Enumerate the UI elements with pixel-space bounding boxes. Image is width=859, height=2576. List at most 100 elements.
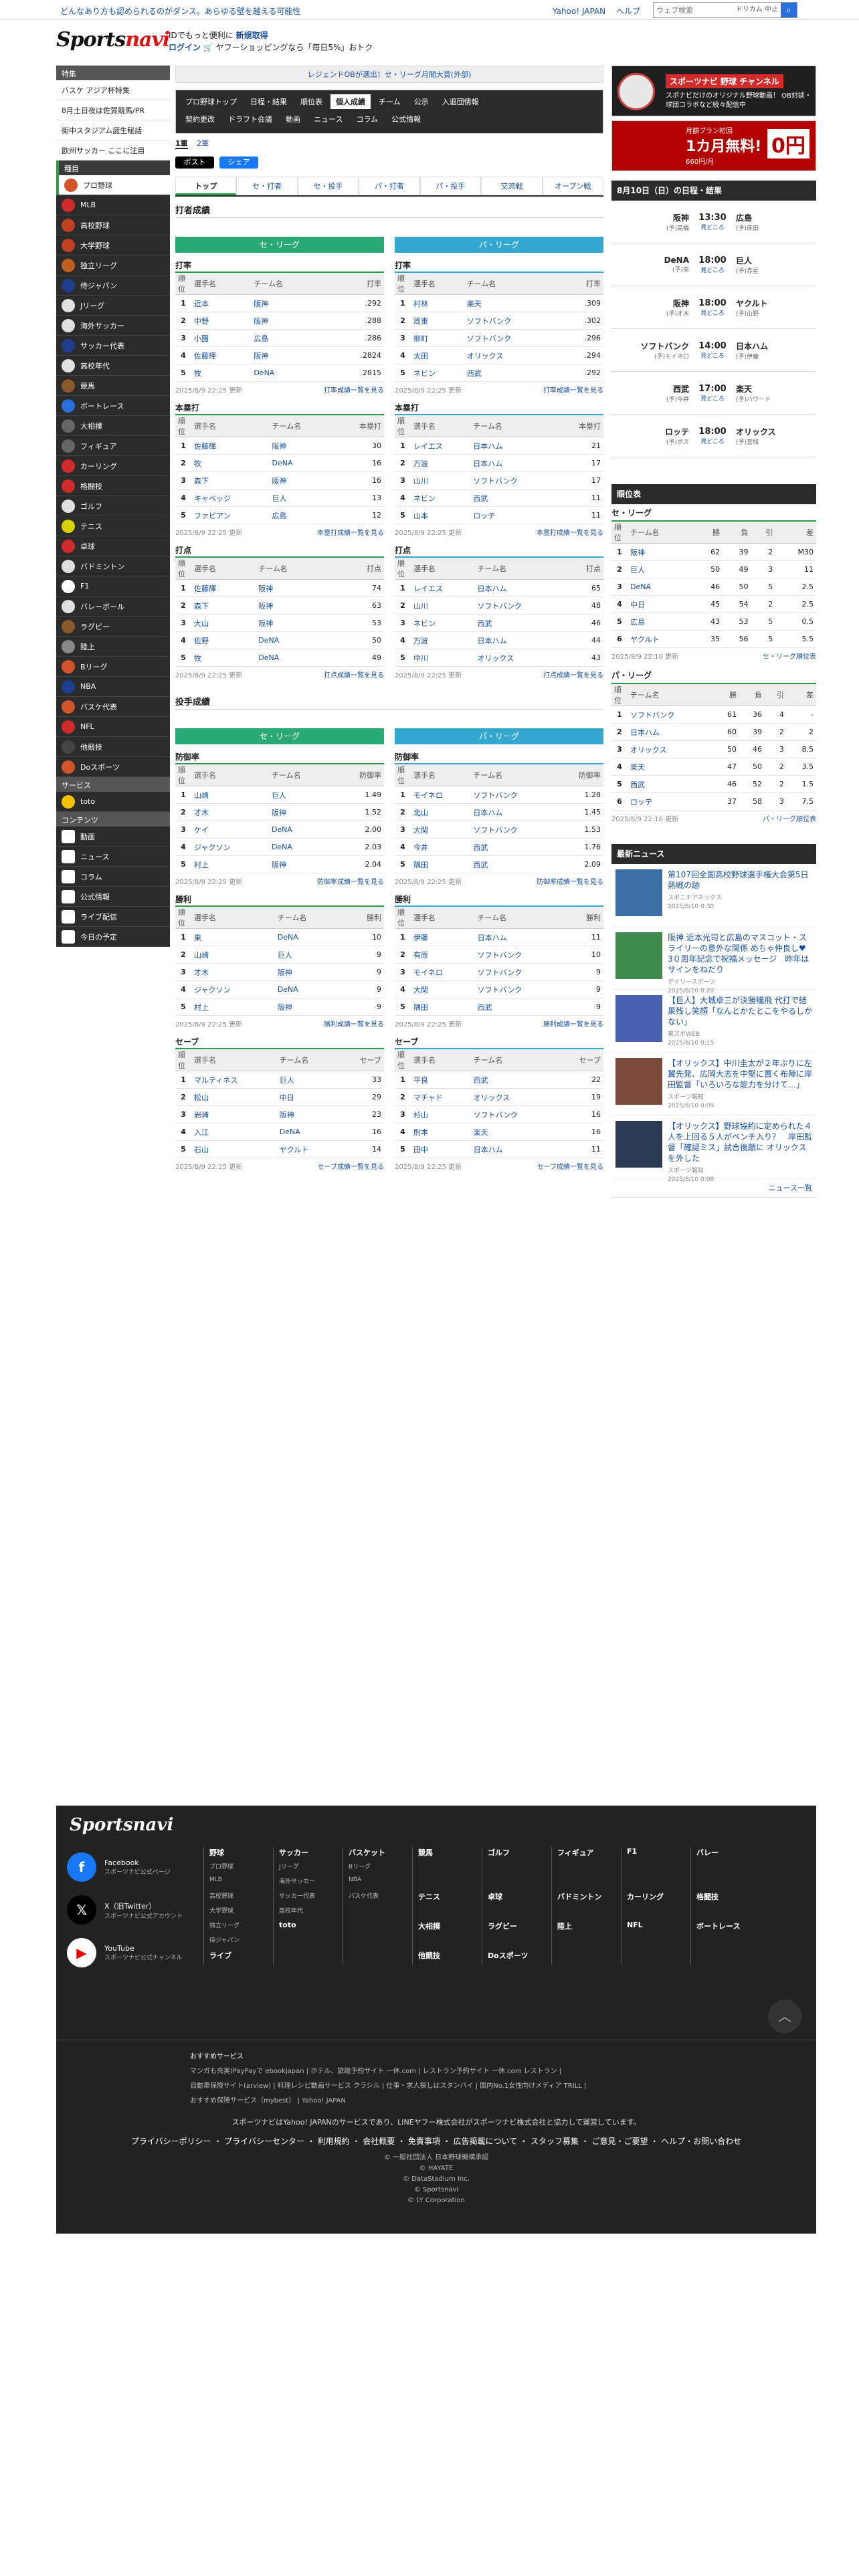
sidebar-item[interactable]: 競馬 (56, 376, 170, 396)
player-link[interactable]: 山本 (411, 506, 471, 524)
more-stats-link[interactable]: 打率成績一覧を見る (543, 385, 603, 395)
news-more-link[interactable]: ニュース一覧 (769, 1184, 812, 1192)
team-link[interactable]: 日本ハム (470, 803, 557, 821)
help-link[interactable]: ヘルプ (616, 7, 640, 16)
team-link[interactable]: 西武 (470, 838, 557, 856)
sidebar-item[interactable]: フィギュア (56, 436, 170, 456)
sidebar-item[interactable]: 今日の予定 (56, 927, 170, 947)
news-headline[interactable]: 阪神 近本光司と広島のマスコット・スライリーの意外な関係 めちゃ仲良し♥ 3０周… (668, 932, 812, 975)
footer-link[interactable]: 独立リーグ (209, 1921, 264, 1935)
more-stats-link[interactable]: 打点成績一覧を見る (543, 669, 603, 680)
team-link[interactable]: オリックス (628, 740, 714, 758)
nav-link[interactable]: 個人成績 (330, 94, 371, 109)
game-item[interactable]: ロッテ (予)ボス 18:00 見どころ オリックス (予)宮城 (611, 415, 816, 457)
stats-tab[interactable]: セ・打者 (236, 177, 298, 195)
player-link[interactable]: 村上 (191, 855, 269, 873)
footer-logo[interactable]: Sportsnavi (70, 1815, 173, 1835)
game-item[interactable]: ソフトバンク (予)モイネロ 14:00 見どころ 日本ハム (予)伊藤 (611, 329, 816, 372)
team-link[interactable]: DeNA (628, 578, 694, 596)
player-link[interactable]: 大山 (191, 614, 256, 632)
team-link[interactable]: DeNA (268, 821, 333, 839)
player-link[interactable]: 東 (191, 928, 275, 946)
team-link[interactable]: ソフトバンク (464, 312, 561, 330)
sidebar-item[interactable]: Jリーグ (56, 296, 170, 316)
player-link[interactable]: 太田 (411, 346, 464, 364)
yahoo-japan-link[interactable]: Yahoo! JAPAN (553, 7, 605, 16)
team-link[interactable]: 巨人 (269, 489, 334, 507)
player-link[interactable]: ファビアン (191, 506, 270, 524)
nav-link[interactable]: 公示 (409, 94, 434, 109)
facebook-share-button[interactable]: シェア (219, 156, 258, 169)
team-link[interactable]: 日本ハム (474, 579, 567, 597)
team-link[interactable]: 西武 (474, 998, 567, 1016)
player-link[interactable]: 牧 (191, 364, 252, 382)
team-link[interactable]: 阪神 (256, 614, 337, 632)
search-input[interactable] (654, 3, 736, 17)
social-link[interactable]: ▶ YouTube スポーツナビ公式チャンネル (67, 1931, 201, 1974)
nav-link[interactable]: チーム (373, 94, 406, 109)
player-link[interactable]: 今井 (411, 838, 471, 856)
search-button[interactable]: ⌕ (781, 3, 797, 17)
footer-link[interactable]: NBA (349, 1876, 403, 1891)
sidebar-item[interactable]: ライブ配信 (56, 907, 170, 927)
player-link[interactable]: レイエス (411, 579, 475, 597)
footer-link[interactable]: F1 (627, 1847, 681, 1862)
footer-link[interactable]: サッカー代表 (279, 1891, 333, 1906)
team-link[interactable]: 阪神 (268, 855, 333, 873)
social-link[interactable]: f Facebook スポーツナビ公式ページ (67, 1846, 201, 1889)
player-link[interactable]: レイエス (411, 437, 471, 455)
team-link[interactable]: DeNA (274, 928, 345, 946)
footer-link[interactable]: バレー (696, 1847, 751, 1862)
team-link[interactable]: 日本ハム (470, 454, 557, 472)
team-link[interactable]: 日本ハム (470, 1140, 557, 1158)
game-item[interactable]: 阪神 (予)高橋 13:30 見どころ 広島 (予)床田 (611, 201, 816, 243)
team-link[interactable]: ソフトバンク (470, 471, 557, 490)
team-link[interactable]: 日本ハム (474, 631, 567, 649)
sportsnavi-logo[interactable]: Sportsnavi (56, 28, 170, 51)
news-headline[interactable]: 【オリックス】野球協約に定められた４人を上回る５人がベンチ入り？ 岸田監督「確認… (668, 1121, 812, 1164)
more-stats-link[interactable]: 本塁打成績一覧を見る (537, 527, 603, 538)
farm-team-tab[interactable]: 2軍 (197, 139, 209, 148)
scroll-to-top-button[interactable]: ︿ (768, 2000, 801, 2033)
more-stats-link[interactable]: 防御率成績一覧を見る (537, 876, 603, 887)
footer-link[interactable]: 卓球 (488, 1891, 542, 1906)
news-headline[interactable]: 【オリックス】中川圭太が２年ぶりに左翼先発、広岡大志を中堅に置く布陣に岸田監督「… (668, 1058, 812, 1090)
preview-link[interactable]: 見どころ (689, 308, 736, 317)
team-link[interactable]: ソフトバンク (470, 821, 557, 839)
team-link[interactable]: 阪神 (251, 294, 326, 312)
sidebar-item[interactable]: 侍ジャパン (56, 276, 170, 296)
team-link[interactable]: 広島 (628, 613, 694, 631)
nav-link[interactable]: 公式情報 (386, 112, 426, 126)
sidebar-item[interactable]: カーリング (56, 456, 170, 476)
player-link[interactable]: 北山 (411, 803, 471, 821)
player-link[interactable]: 則本 (411, 1123, 471, 1141)
team-link[interactable]: 広島 (269, 506, 334, 524)
sidebar-feature-item[interactable]: 街中スタジアム誕生秘話 (56, 120, 170, 140)
baseball-channel-ad[interactable]: スポーツナビ 野球 チャンネル スポナビだけのオリジナル野球動画！ OB対談・球… (611, 66, 816, 116)
sidebar-item[interactable]: サッカー代表 (56, 336, 170, 356)
team-link[interactable]: ソフトバンク (464, 329, 561, 347)
team-link[interactable]: ソフトバンク (474, 946, 567, 964)
nav-link[interactable]: 順位表 (295, 94, 328, 109)
team-link[interactable]: ソフトバンク (474, 597, 567, 615)
sidebar-item[interactable]: Doスポーツ (56, 757, 170, 777)
team-link[interactable]: DeNA (251, 364, 326, 382)
team-link[interactable]: ロッテ (628, 792, 714, 811)
team-link[interactable]: ロッテ (470, 506, 557, 524)
team-link[interactable]: ソフトバンク (474, 963, 567, 981)
player-link[interactable]: 中野 (191, 312, 252, 330)
footer-link[interactable]: プロ野球 (209, 1862, 264, 1876)
team-link[interactable]: 日本ハム (470, 437, 557, 455)
preview-link[interactable]: 見どころ (689, 394, 736, 403)
team-link[interactable]: DeNA (256, 649, 337, 667)
sidebar-item[interactable]: プロ野球 (56, 175, 170, 195)
footer-link[interactable]: 大相撲 (418, 1921, 472, 1935)
team-link[interactable]: 西武 (628, 775, 714, 793)
footer-link[interactable]: 格闘技 (696, 1891, 751, 1906)
team-link[interactable]: 阪神 (274, 998, 345, 1016)
news-headline[interactable]: 【巨人】大城卓三が決勝犠飛 代打で結果残し笑顔「なんとかたとこをやるしかない」 (668, 995, 812, 1027)
footer-link[interactable]: Jリーグ (279, 1862, 333, 1876)
more-stats-link[interactable]: 打点成績一覧を見る (324, 669, 384, 680)
footer-link[interactable]: 競馬 (418, 1847, 472, 1862)
player-link[interactable]: 田中 (411, 1140, 471, 1158)
